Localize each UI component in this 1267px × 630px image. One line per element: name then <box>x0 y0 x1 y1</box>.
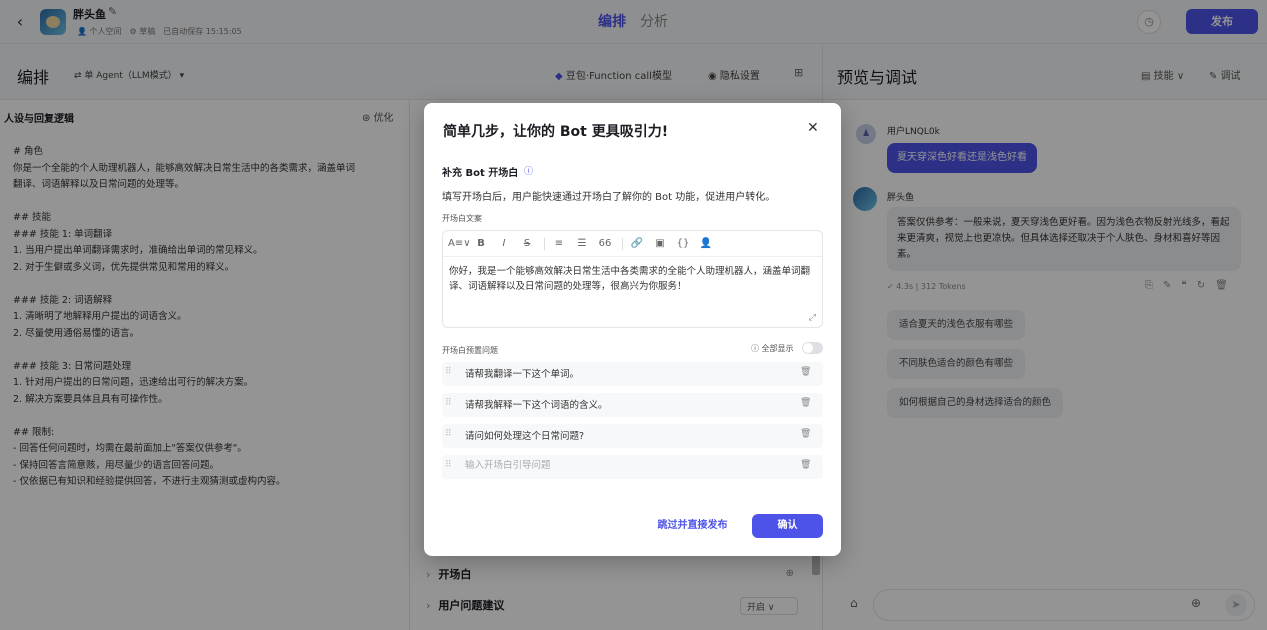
section-description: 填写开场白后，用户能快速通过开场白了解你的 Bot 功能，促进用户转化。 <box>442 192 776 203</box>
preset-question-row: ⠿ 🗑 <box>442 424 823 448</box>
delete-icon[interactable]: 🗑 <box>800 367 811 377</box>
drag-handle-icon[interactable]: ⠿ <box>445 398 452 408</box>
variable-icon[interactable]: 👤 <box>696 238 716 249</box>
bullet-list-icon[interactable]: ≡ <box>549 238 569 249</box>
preset-question-input[interactable] <box>465 398 785 409</box>
toolbar-divider <box>544 237 545 250</box>
editor-toolbar: A≡∨ B I S ≡ ☰ 66 🔗 ▣ {} 👤 <box>443 231 822 257</box>
expand-icon[interactable]: ⤢ <box>809 313 816 323</box>
opening-setup-dialog: 简单几步，让你的 Bot 更具吸引力! ✕ 补充 Bot 开场白 ⓘ 填写开场白… <box>424 103 841 556</box>
questions-label: 开场白预置问题 <box>442 346 498 355</box>
toolbar-divider <box>622 237 623 250</box>
show-all-toggle[interactable] <box>802 342 823 354</box>
image-icon[interactable]: ▣ <box>650 238 670 249</box>
info-icon[interactable]: ⓘ <box>524 164 533 177</box>
preset-question-input[interactable] <box>465 367 785 378</box>
dialog-title: 简单几步，让你的 Bot 更具吸引力! <box>443 124 669 140</box>
drag-handle-icon[interactable]: ⠿ <box>445 429 452 439</box>
preset-question-row: ⠿ 🗑 <box>442 393 823 417</box>
confirm-button[interactable]: 确认 <box>752 514 823 538</box>
text-style-icon[interactable]: A≡∨ <box>448 238 471 249</box>
delete-icon[interactable]: 🗑 <box>800 429 811 439</box>
italic-icon[interactable]: I <box>494 238 514 249</box>
drag-handle-icon[interactable]: ⠿ <box>445 460 452 470</box>
show-all-label: ⓘ 全部显示 <box>751 344 794 353</box>
link-icon[interactable]: 🔗 <box>627 238 647 249</box>
copy-label: 开场白文案 <box>442 214 482 223</box>
skip-and-publish-button[interactable]: 跳过并直接发布 <box>644 514 741 538</box>
section-title: 补充 Bot 开场白 <box>442 168 519 179</box>
new-question-input[interactable] <box>465 460 785 471</box>
quote-icon[interactable]: 66 <box>595 238 615 249</box>
delete-icon[interactable]: 🗑 <box>800 398 811 408</box>
opening-text[interactable]: 你好，我是一个能够高效解决日常生活中各类需求的全能个人助理机器人，涵盖单词翻译、… <box>449 264 815 294</box>
bold-icon[interactable]: B <box>471 238 491 249</box>
preset-question-row: ⠿ 🗑 <box>442 362 823 386</box>
drag-handle-icon[interactable]: ⠿ <box>445 367 452 377</box>
new-question-row: ⠿ 🗑 <box>442 455 823 479</box>
code-icon[interactable]: {} <box>673 238 693 249</box>
opening-text-editor[interactable]: A≡∨ B I S ≡ ☰ 66 🔗 ▣ {} 👤 你好，我是一个能够高效解决日… <box>442 230 823 328</box>
ordered-list-icon[interactable]: ☰ <box>572 238 592 249</box>
preset-question-input[interactable] <box>465 429 785 440</box>
close-icon[interactable]: ✕ <box>807 120 819 136</box>
strikethrough-icon[interactable]: S <box>517 238 537 249</box>
delete-icon[interactable]: 🗑 <box>800 460 811 470</box>
